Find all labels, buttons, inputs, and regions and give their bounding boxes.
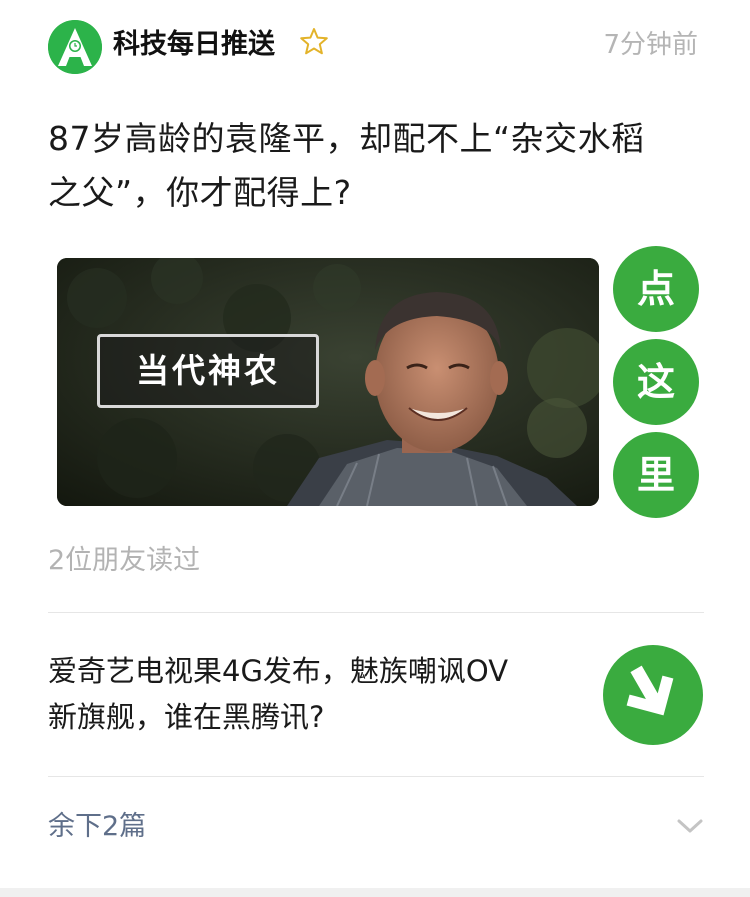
tap-here-badge-2[interactable]: 这 (613, 339, 699, 425)
divider (48, 776, 704, 777)
post-timestamp: 7分钟前 (603, 30, 698, 60)
chevron-down-icon[interactable] (676, 816, 704, 836)
account-name[interactable]: 科技每日推送 (113, 24, 275, 66)
article-item-2-title[interactable]: 爱奇艺电视果4G发布，魅族嘲讽OV 新旗舰，谁在黑腾讯? (48, 648, 578, 740)
headline-line-2: 之父”，你才配得上? (48, 173, 352, 212)
article-card-header: 科技每日推送 7分钟前 (0, 0, 750, 90)
item2-title-line-1: 爱奇艺电视果4G发布，魅族嘲讽OV (48, 654, 509, 688)
friends-read-count: 2位朋友读过 (48, 545, 201, 576)
divider (48, 612, 704, 613)
headline-line-1: 87岁高龄的袁隆平，却配不上“杂交水稻 (48, 119, 645, 158)
app-logo-icon (48, 20, 102, 74)
tap-here-badge-3[interactable]: 里 (613, 432, 699, 518)
remaining-articles-link[interactable]: 余下2篇 (48, 806, 146, 848)
account-avatar[interactable] (48, 20, 102, 74)
tap-here-badge-1[interactable]: 点 (613, 246, 699, 332)
cover-tag-label: 当代神农 (97, 334, 319, 408)
star-outline-icon[interactable] (298, 26, 330, 58)
bottom-separator (0, 888, 750, 897)
article-cover-image[interactable]: 当代神农 (57, 258, 599, 506)
item2-title-line-2: 新旗舰，谁在黑腾讯? (48, 700, 325, 734)
article-item-2-thumbnail[interactable] (603, 645, 703, 745)
down-arrow-icon (626, 665, 674, 716)
article-headline[interactable]: 87岁高龄的袁隆平，却配不上“杂交水稻 之父”，你才配得上? (48, 112, 708, 220)
